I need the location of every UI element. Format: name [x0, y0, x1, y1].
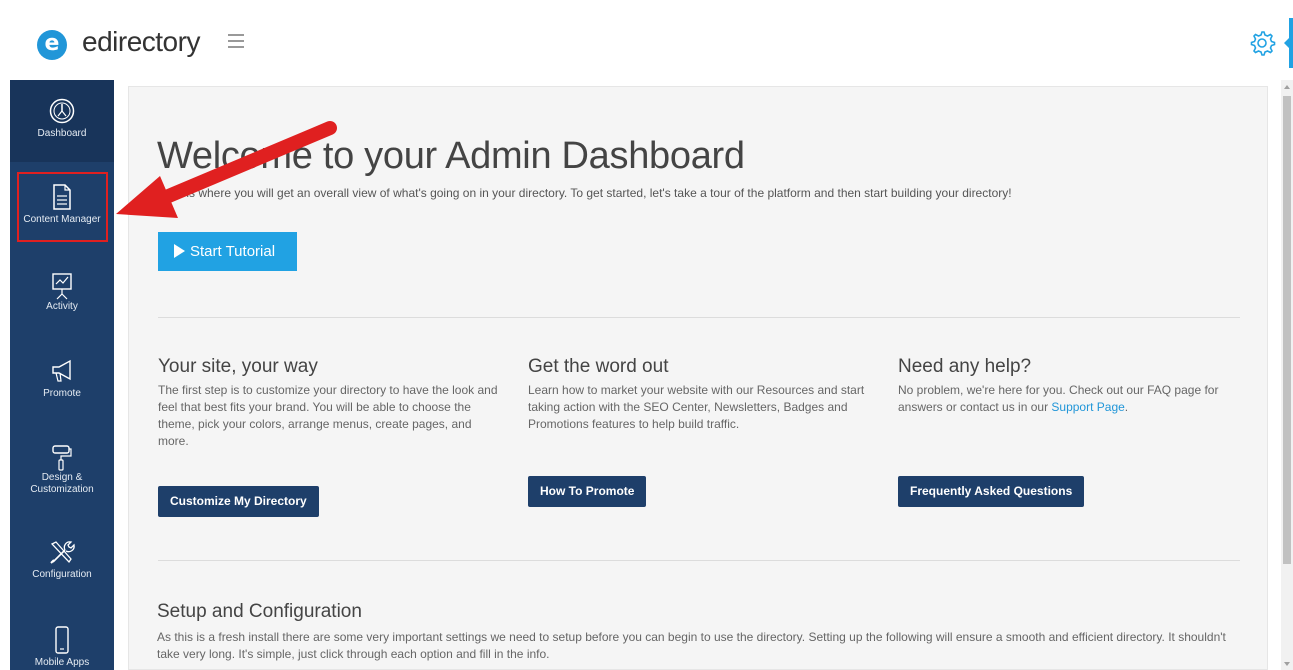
sidebar-item-label: Activity — [46, 301, 78, 312]
support-page-link[interactable]: Support Page — [1051, 400, 1124, 414]
sidebar-item-label: Configuration — [32, 569, 92, 580]
hamburger-menu-icon[interactable] — [228, 34, 248, 50]
sidebar-item-promote[interactable]: Promote — [10, 358, 114, 418]
top-bar: e edirectory — [0, 0, 1293, 80]
sidebar-item-label-line1: Design & — [41, 472, 83, 483]
play-icon — [174, 244, 185, 258]
megaphone-icon — [52, 359, 71, 382]
column-text-site: The first step is to customize your dire… — [158, 383, 498, 448]
column-title-site: Your site, your way — [158, 356, 318, 377]
side-panel-tab[interactable] — [1283, 18, 1293, 68]
divider — [158, 560, 1240, 561]
sidebar-item-design-customization[interactable]: Design & Customization — [10, 444, 114, 504]
divider — [158, 317, 1240, 318]
dashboard-gauge-icon — [49, 98, 75, 124]
scrollbar-thumb[interactable] — [1283, 96, 1291, 564]
sidebar: Dashboard Content Manager Activity Promo… — [10, 80, 114, 670]
start-tutorial-button[interactable]: Start Tutorial — [158, 232, 297, 271]
column-text-help: No problem, we're here for you. Check ou… — [898, 382, 1243, 416]
logo-icon[interactable]: e — [37, 30, 67, 60]
scroll-down-arrow-icon[interactable] — [1284, 662, 1290, 666]
paint-roller-icon — [52, 445, 72, 471]
setup-title: Setup and Configuration — [157, 601, 362, 622]
mobile-phone-icon — [55, 626, 69, 654]
help-text-end: . — [1124, 400, 1129, 414]
sidebar-item-label: Mobile Apps — [34, 657, 90, 668]
sidebar-item-activity[interactable]: Activity — [10, 272, 114, 332]
start-tutorial-label: Start Tutorial — [190, 243, 276, 260]
sidebar-item-dashboard[interactable]: Dashboard — [10, 80, 114, 162]
sidebar-item-label: Dashboard — [37, 128, 87, 139]
chart-board-icon — [52, 273, 72, 300]
sidebar-item-label-line2: Customization — [30, 484, 94, 495]
sidebar-item-configuration[interactable]: Configuration — [10, 538, 114, 598]
how-to-promote-button[interactable]: How To Promote — [528, 476, 647, 507]
annotation-highlight-box — [17, 172, 108, 242]
column-title-help: Need any help? — [898, 356, 1032, 377]
faq-button[interactable]: Frequently Asked Questions — [898, 476, 1085, 507]
column-text-word: Learn how to market your website with ou… — [528, 383, 865, 431]
scrollbar[interactable] — [1281, 80, 1293, 670]
setup-text: As this is a fresh install there are som… — [157, 630, 1226, 661]
scroll-up-arrow-icon[interactable] — [1284, 85, 1290, 89]
column-title-word: Get the word out — [528, 356, 669, 377]
annotation-arrow — [116, 121, 337, 218]
gear-icon[interactable] — [1247, 28, 1277, 58]
tools-icon — [50, 541, 75, 564]
brand-name[interactable]: edirectory — [82, 26, 200, 58]
sidebar-item-label: Promote — [43, 388, 81, 399]
sidebar-item-mobile-apps[interactable]: Mobile Apps — [10, 626, 114, 670]
customize-my-directory-button[interactable]: Customize My Directory — [158, 486, 319, 517]
